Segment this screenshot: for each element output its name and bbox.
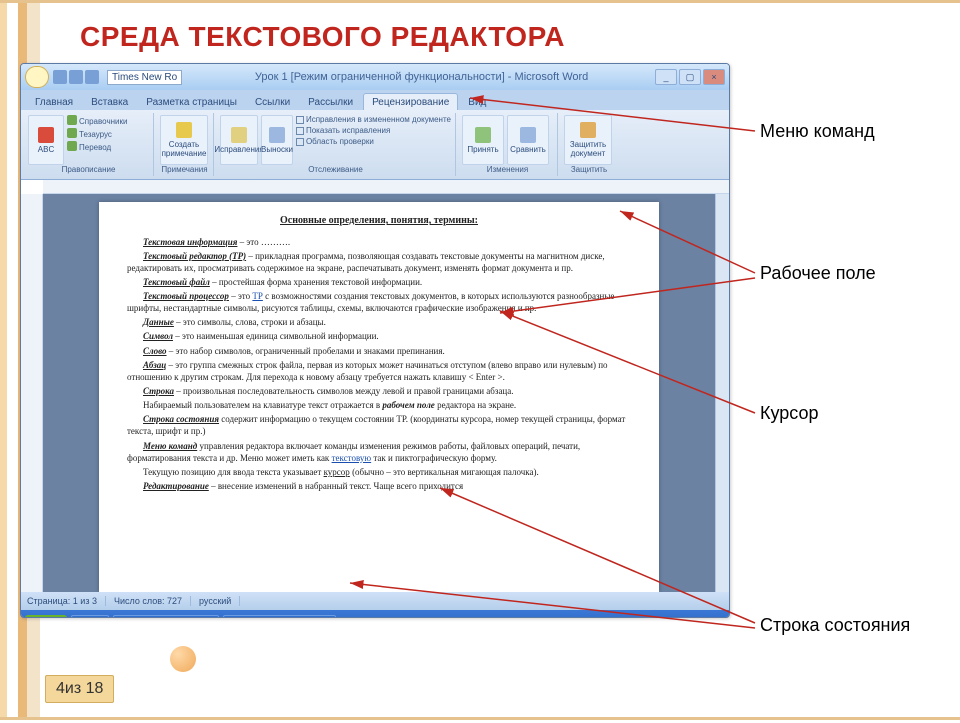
group-label-comments: Примечания	[160, 165, 209, 174]
windows-taskbar: пуск word Урок 1 [Режим огра... Microsof…	[21, 610, 729, 618]
abc-icon	[38, 127, 54, 143]
tab-insert[interactable]: Вставка	[83, 94, 136, 110]
spelling-button[interactable]: ABC	[28, 115, 64, 165]
track-icon	[231, 127, 247, 143]
tab-mailings[interactable]: Рассылки	[300, 94, 361, 110]
display-mode-dropdown[interactable]: Исправления в измененном документе	[306, 115, 451, 124]
document-page: Основные определения, понятия, термины: …	[99, 202, 659, 592]
word-status-bar: Страница: 1 из 3 Число слов: 727 русский	[21, 592, 729, 610]
window-title-text: Урок 1 [Режим ограниченной функционально…	[188, 71, 655, 83]
vertical-scrollbar[interactable]	[715, 194, 729, 592]
ribbon-tabs: Главная Вставка Разметка страницы Ссылки…	[21, 90, 729, 110]
tab-review[interactable]: Рецензирование	[363, 93, 458, 110]
annot-menu: Меню команд	[760, 121, 875, 142]
horizontal-ruler[interactable]	[43, 180, 729, 194]
word-title-bar: Times New Ro Урок 1 [Режим ограниченной …	[21, 64, 729, 90]
qat-undo-icon[interactable]	[69, 70, 83, 84]
translate-icon	[67, 141, 77, 151]
protect-button[interactable]: Защитить документ	[564, 115, 612, 165]
lock-icon	[580, 122, 596, 138]
annot-cursor: Курсор	[760, 403, 819, 424]
start-button[interactable]: пуск	[25, 615, 67, 619]
ribbon-group-proofing: ABC Справочники Тезаурус Перевод Правопи…	[24, 113, 154, 176]
status-lang[interactable]: русский	[199, 596, 240, 606]
taskbar-item-folder[interactable]: word	[71, 615, 109, 618]
font-selector[interactable]: Times New Ro	[107, 70, 182, 85]
taskbar-item-ppt[interactable]: Microsoft PowerPoint ...	[223, 615, 336, 618]
close-button[interactable]: ×	[703, 69, 725, 85]
tab-pagelayout[interactable]: Разметка страницы	[138, 94, 245, 110]
balloons-button[interactable]: Выноски	[261, 115, 293, 165]
tab-references[interactable]: Ссылки	[247, 94, 298, 110]
translate-button[interactable]: Перевод	[79, 143, 111, 152]
word-app-window: Times New Ro Урок 1 [Режим ограниченной …	[20, 63, 730, 618]
research-button[interactable]: Справочники	[79, 117, 127, 126]
comment-icon	[176, 122, 192, 138]
annot-workfield: Рабочее поле	[760, 263, 876, 284]
new-comment-button[interactable]: Создать примечание	[160, 115, 208, 165]
qat-redo-icon[interactable]	[85, 70, 99, 84]
check-icon	[296, 138, 304, 146]
compare-button[interactable]: Сравнить	[507, 115, 549, 165]
slide-nav-dot	[170, 646, 196, 672]
track-changes-button[interactable]: Исправления	[220, 115, 258, 165]
check-icon	[296, 116, 304, 124]
vertical-ruler[interactable]	[21, 194, 43, 592]
status-page[interactable]: Страница: 1 из 3	[27, 596, 106, 606]
doc-heading: Основные определения, понятия, термины:	[127, 214, 631, 228]
ribbon-group-tracking: Исправления Выноски Исправления в измене…	[216, 113, 456, 176]
office-button[interactable]	[25, 66, 49, 88]
ribbon-group-comments: Создать примечание Примечания	[156, 113, 214, 176]
spelling-label: ABC	[38, 145, 54, 154]
thesaurus-button[interactable]: Тезаурус	[79, 130, 112, 139]
thesaurus-icon	[67, 128, 77, 138]
system-tray: RU 13:40	[677, 617, 725, 618]
compare-icon	[520, 127, 536, 143]
ribbon-group-protect: Защитить документ Защитить	[560, 113, 618, 176]
group-label-changes: Изменения	[462, 165, 553, 174]
status-words[interactable]: Число слов: 727	[114, 596, 191, 606]
group-label-tracking: Отслеживание	[220, 165, 451, 174]
accept-icon	[475, 127, 491, 143]
balloon-icon	[269, 127, 285, 143]
tray-lang[interactable]: RU	[677, 617, 696, 618]
tab-home[interactable]: Главная	[27, 94, 81, 110]
ribbon: ABC Справочники Тезаурус Перевод Правопи…	[21, 110, 729, 180]
document-area[interactable]: Основные определения, понятия, термины: …	[43, 194, 715, 592]
book-icon	[67, 115, 77, 125]
minimize-button[interactable]: _	[655, 69, 677, 85]
qat-save-icon[interactable]	[53, 70, 67, 84]
tray-clock[interactable]: 13:40	[700, 618, 725, 619]
ribbon-group-changes: Принять Сравнить Изменения	[458, 113, 558, 176]
group-label-protect: Защитить	[564, 165, 614, 174]
maximize-button[interactable]: ▢	[679, 69, 701, 85]
show-markup-dropdown[interactable]: Показать исправления	[306, 126, 390, 135]
taskbar-item-word[interactable]: Урок 1 [Режим огра...	[113, 615, 219, 618]
group-label-proofing: Правописание	[28, 165, 149, 174]
quick-access-toolbar[interactable]	[53, 70, 99, 84]
accept-button[interactable]: Принять	[462, 115, 504, 165]
annot-statusbar: Строка состояния	[760, 615, 910, 636]
slide-title: СРЕДА ТЕКСТОВОГО РЕДАКТОРА	[80, 21, 565, 53]
reviewing-pane-dropdown[interactable]: Область проверки	[306, 137, 374, 146]
tab-view[interactable]: Вид	[460, 94, 494, 110]
check-icon	[296, 127, 304, 135]
slide-page-indicator: 4из 18	[45, 675, 114, 703]
